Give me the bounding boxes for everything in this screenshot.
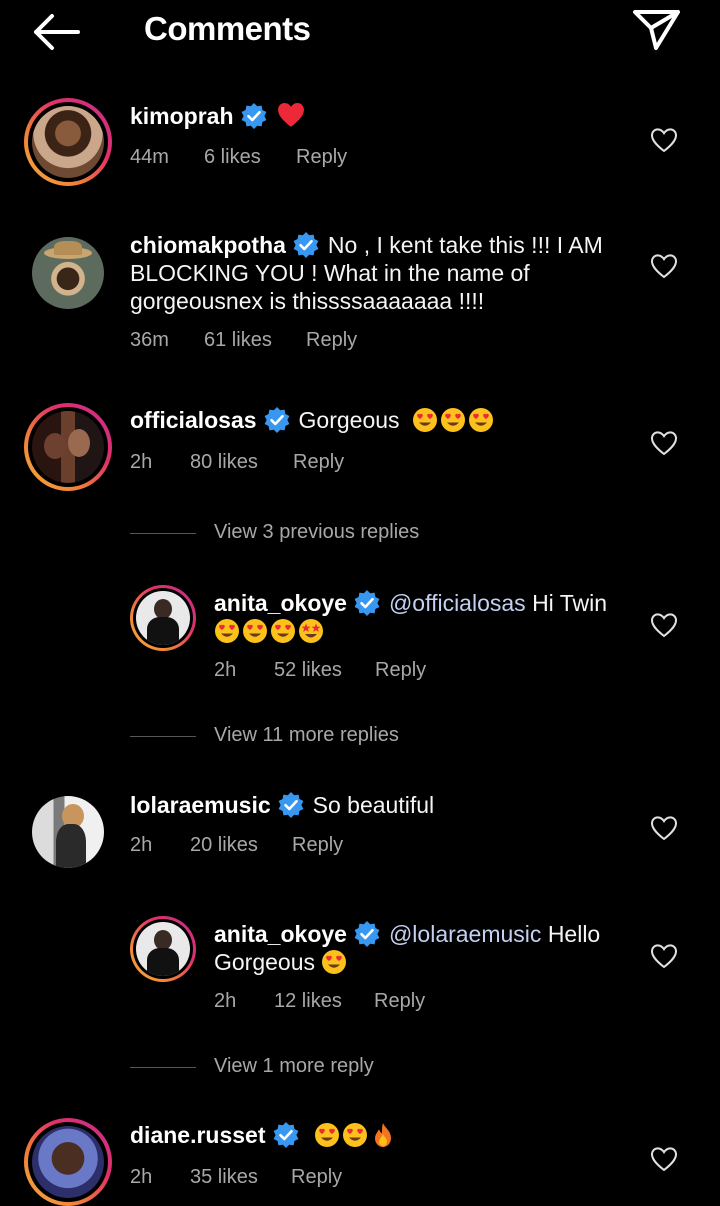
comment-username[interactable]: diane.russet bbox=[130, 1122, 266, 1148]
avatar[interactable] bbox=[24, 98, 112, 186]
comment-time: 2h bbox=[214, 990, 237, 1012]
back-arrow-icon[interactable] bbox=[30, 10, 82, 54]
avatar[interactable] bbox=[130, 916, 196, 982]
star-struck-emoji-icon bbox=[299, 619, 323, 643]
reply-button[interactable]: Reply bbox=[296, 146, 347, 169]
like-heart-icon[interactable] bbox=[650, 943, 678, 969]
like-heart-icon[interactable] bbox=[650, 1146, 678, 1172]
heart-eyes-emoji-icon bbox=[243, 619, 267, 643]
comment-text: Hi Twin bbox=[532, 590, 608, 616]
verified-badge-icon bbox=[264, 407, 289, 433]
share-icon[interactable] bbox=[630, 6, 682, 52]
heart-eyes-emoji-icon bbox=[322, 950, 347, 974]
comment-likes[interactable]: 12 likes bbox=[274, 990, 342, 1013]
comment-likes[interactable]: 52 likes bbox=[274, 659, 342, 682]
verified-badge-icon bbox=[354, 921, 380, 947]
comment-text: Gorgeous bbox=[298, 407, 400, 433]
comment-time: 2h bbox=[130, 834, 153, 856]
reply-button[interactable]: Reply bbox=[374, 990, 425, 1013]
like-heart-icon[interactable] bbox=[650, 127, 678, 153]
avatar[interactable] bbox=[24, 403, 112, 491]
comment-username[interactable]: anita_okoye bbox=[214, 590, 347, 616]
heart-eyes-emoji-icon bbox=[440, 408, 465, 432]
comment-time: 2h bbox=[130, 451, 153, 473]
comment-time: 2h bbox=[130, 1166, 153, 1188]
comment-likes[interactable]: 80 likes bbox=[190, 451, 258, 474]
comments-screen: Comments kimoprah 44m 6 likes Reply chio… bbox=[0, 0, 720, 1206]
heart-eyes-emoji-icon bbox=[314, 1123, 339, 1147]
emoji-group bbox=[214, 618, 326, 644]
divider-line bbox=[130, 736, 196, 737]
view-more-replies[interactable]: View 1 more reply bbox=[130, 1053, 530, 1083]
reply-button[interactable]: Reply bbox=[306, 329, 357, 352]
like-heart-icon[interactable] bbox=[650, 253, 678, 279]
comment-username[interactable]: officialosas bbox=[130, 407, 257, 433]
mention-link[interactable]: @officialosas bbox=[389, 590, 526, 616]
heart-eyes-emoji-icon bbox=[215, 619, 239, 643]
reply-button[interactable]: Reply bbox=[293, 451, 344, 474]
reply-button[interactable]: Reply bbox=[292, 834, 343, 857]
like-heart-icon[interactable] bbox=[650, 430, 678, 456]
comment-text: So beautiful bbox=[312, 792, 435, 818]
avatar[interactable] bbox=[24, 788, 112, 876]
view-replies-label[interactable]: View 3 previous replies bbox=[214, 521, 419, 544]
verified-badge-icon bbox=[273, 1122, 298, 1148]
verified-badge-icon bbox=[293, 232, 319, 258]
comment-time: 44m bbox=[130, 146, 169, 168]
reply-button[interactable]: Reply bbox=[291, 1166, 342, 1189]
comment-time: 2h bbox=[214, 659, 237, 681]
view-replies-label[interactable]: View 11 more replies bbox=[214, 724, 399, 747]
view-previous-replies[interactable]: View 3 previous replies bbox=[130, 519, 530, 549]
avatar[interactable] bbox=[24, 229, 112, 317]
comment-username[interactable]: chiomakpotha bbox=[130, 232, 286, 258]
comment-likes[interactable]: 6 likes bbox=[204, 146, 261, 169]
comment-username[interactable]: lolaraemusic bbox=[130, 792, 271, 818]
comment-time: 36m bbox=[130, 329, 169, 351]
emoji-group bbox=[412, 407, 496, 433]
comment-likes[interactable]: 20 likes bbox=[190, 834, 258, 857]
comment-likes[interactable]: 61 likes bbox=[204, 329, 272, 352]
mention-link[interactable]: @lolaraemusic bbox=[389, 921, 541, 947]
comment-username[interactable]: kimoprah bbox=[130, 103, 234, 129]
heart-eyes-emoji-icon bbox=[342, 1123, 367, 1147]
red-heart-icon bbox=[277, 102, 304, 127]
comment-username[interactable]: anita_okoye bbox=[214, 921, 347, 947]
divider-line bbox=[130, 533, 196, 534]
divider-line bbox=[130, 1067, 196, 1068]
fire-emoji-icon bbox=[374, 1123, 391, 1147]
like-heart-icon[interactable] bbox=[650, 612, 678, 638]
verified-badge-icon bbox=[278, 792, 304, 818]
view-replies-label[interactable]: View 1 more reply bbox=[214, 1055, 374, 1078]
header: Comments bbox=[0, 0, 720, 70]
heart-eyes-emoji-icon bbox=[271, 619, 295, 643]
verified-badge-icon bbox=[354, 590, 380, 616]
avatar[interactable] bbox=[24, 1118, 112, 1206]
heart-eyes-emoji-icon bbox=[412, 408, 437, 432]
comment-likes[interactable]: 35 likes bbox=[190, 1166, 258, 1189]
reply-button[interactable]: Reply bbox=[375, 659, 426, 682]
emoji-group bbox=[314, 1122, 398, 1148]
avatar[interactable] bbox=[130, 585, 196, 651]
like-heart-icon[interactable] bbox=[650, 815, 678, 841]
verified-badge-icon bbox=[241, 103, 266, 129]
view-more-replies[interactable]: View 11 more replies bbox=[130, 722, 530, 752]
heart-eyes-emoji-icon bbox=[468, 408, 493, 432]
page-title: Comments bbox=[144, 10, 311, 47]
